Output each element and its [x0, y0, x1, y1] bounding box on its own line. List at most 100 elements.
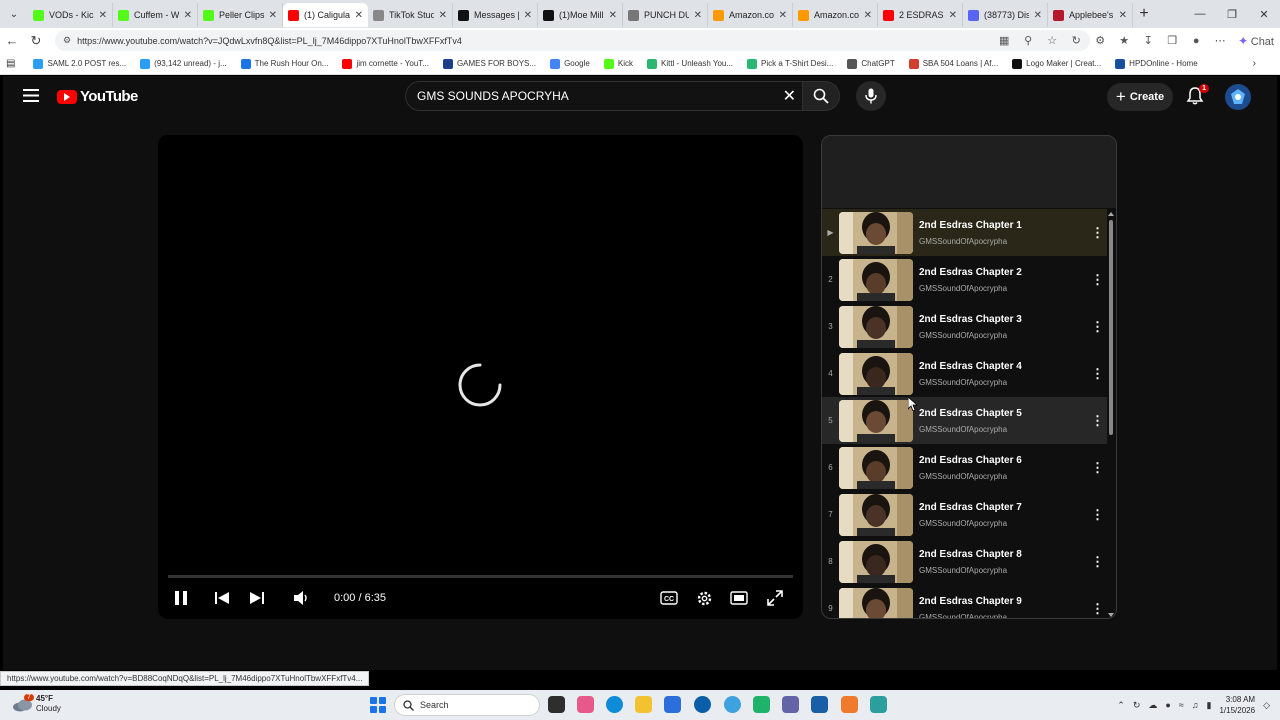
channel-name[interactable]: GMSSoundOfApocrypha [919, 425, 1087, 434]
browser-tab[interactable]: Amazon.com ✕ [708, 3, 793, 27]
channel-name[interactable]: GMSSoundOfApocrypha [919, 378, 1087, 387]
more-actions-icon[interactable]: ⋮ [1087, 555, 1107, 568]
browser-tab[interactable]: (38773) Disc ✕ [963, 3, 1048, 27]
browser-tab[interactable]: Messages | Ti ✕ [453, 3, 538, 27]
bookmark-item[interactable]: Kick [603, 58, 633, 69]
clear-search-icon[interactable]: ✕ [783, 86, 796, 106]
more-actions-icon[interactable]: ⋮ [1087, 461, 1107, 474]
reload-icon[interactable]: ↻ [24, 33, 48, 49]
video-thumbnail[interactable] [839, 399, 913, 442]
close-tab-icon[interactable]: ✕ [439, 10, 447, 21]
file-explorer-icon[interactable] [635, 696, 652, 713]
bookmark-item[interactable]: Logo Maker | Creat... [1012, 58, 1101, 69]
downloads-icon[interactable]: ↧ [1136, 34, 1160, 47]
bookmark-item[interactable]: GAMES FOR BOYS... [442, 58, 536, 69]
close-tab-icon[interactable]: ✕ [355, 10, 363, 21]
teams-icon[interactable] [782, 696, 799, 713]
copilot-chat-button[interactable]: ✦ Chat [1232, 34, 1280, 48]
site-info-icon[interactable]: ⚙ [63, 35, 71, 46]
channel-name[interactable]: GMSSoundOfApocrypha [919, 472, 1087, 481]
search-button[interactable] [802, 81, 840, 111]
video-title[interactable]: 2nd Esdras Chapter 1 [919, 220, 1087, 231]
video-thumbnail[interactable] [839, 446, 913, 489]
browser-tab[interactable]: 2 ESDRAS (K ✕ [878, 3, 963, 27]
close-window-icon[interactable]: ✕ [1248, 0, 1280, 28]
captions-button[interactable]: CC [657, 586, 681, 610]
edge-icon[interactable] [606, 696, 623, 713]
browser-tab[interactable]: Amazon.com ✕ [793, 3, 878, 27]
more-actions-icon[interactable]: ⋮ [1087, 414, 1107, 427]
next-button[interactable] [245, 586, 269, 610]
video-title[interactable]: 2nd Esdras Chapter 7 [919, 502, 1087, 513]
close-tab-icon[interactable]: ✕ [864, 10, 872, 21]
playlist-item[interactable]: 2 2nd Esdras Chapter 2 GMSSoundOfApocrypha… [822, 256, 1107, 303]
browser-tab[interactable]: (1) Caligula C ✕ [283, 3, 368, 27]
wifi-icon[interactable]: ≈ [1179, 700, 1184, 710]
restore-icon[interactable]: ❐ [1216, 0, 1248, 28]
copilot-app-icon[interactable] [577, 696, 594, 713]
playlist-item[interactable]: ▶ 2nd Esdras Chapter 1 GMSSoundOfApocrypha… [822, 209, 1107, 256]
bookmark-item[interactable]: SBA 504 Loans | Af... [908, 58, 998, 69]
app-icon[interactable] [724, 696, 741, 713]
task-view-icon[interactable] [548, 696, 565, 713]
more-icon[interactable]: ⋯ [1208, 34, 1232, 47]
more-actions-icon[interactable]: ⋮ [1087, 273, 1107, 286]
video-title[interactable]: 2nd Esdras Chapter 3 [919, 314, 1087, 325]
close-tab-icon[interactable]: ✕ [949, 10, 957, 21]
tab-actions-menu-icon[interactable]: ⌄ [0, 0, 28, 28]
close-tab-icon[interactable]: ✕ [1119, 10, 1127, 21]
battery-icon[interactable]: ▮ [1207, 700, 1212, 711]
close-tab-icon[interactable]: ✕ [99, 10, 107, 21]
back-icon[interactable]: ← [0, 33, 24, 48]
channel-name[interactable]: GMSSoundOfApocrypha [919, 237, 1087, 246]
close-tab-icon[interactable]: ✕ [524, 10, 532, 21]
notepad-icon[interactable] [870, 696, 887, 713]
browser-tab[interactable]: VODs - Kick ✕ [28, 3, 113, 27]
menu-icon[interactable] [23, 89, 39, 102]
bookmark-item[interactable]: Google [550, 58, 590, 69]
more-actions-icon[interactable]: ⋮ [1087, 508, 1107, 521]
refresh-page-icon[interactable]: ↻ [1064, 34, 1088, 47]
more-actions-icon[interactable]: ⋮ [1087, 320, 1107, 333]
volume-button[interactable] [289, 586, 313, 610]
bookmark-item[interactable]: ChatGPT [847, 58, 895, 69]
minimize-icon[interactable]: — [1184, 0, 1216, 28]
cloud-sync-icon[interactable]: ☁ [1148, 700, 1157, 711]
browser-tab[interactable]: (1)Moe Millio ✕ [538, 3, 623, 27]
pause-button[interactable] [169, 586, 193, 610]
extensions-icon[interactable]: ⚙ [1088, 34, 1112, 47]
video-title[interactable]: 2nd Esdras Chapter 9 [919, 596, 1087, 607]
video-thumbnail[interactable] [839, 540, 913, 583]
address-bar[interactable]: ⚙ https://www.youtube.com/watch?v=JQdwLx… [55, 30, 1090, 51]
bookmark-item[interactable]: (93,142 unread) - j... [140, 58, 227, 69]
favorite-star-icon[interactable]: ☆ [1040, 34, 1064, 47]
playlist-item[interactable]: 3 2nd Esdras Chapter 3 GMSSoundOfApocrypha… [822, 303, 1107, 350]
playlist-item[interactable]: 7 2nd Esdras Chapter 7 GMSSoundOfApocrypha… [822, 491, 1107, 538]
scroll-up-icon[interactable] [1108, 212, 1114, 216]
more-actions-icon[interactable]: ⋮ [1087, 226, 1107, 239]
channel-name[interactable]: GMSSoundOfApocrypha [919, 519, 1087, 528]
close-tab-icon[interactable]: ✕ [1034, 10, 1042, 21]
bookmark-item[interactable]: HPDOnline - Home [1115, 58, 1198, 69]
collections-icon[interactable]: ❐ [1160, 34, 1184, 47]
progress-bar[interactable] [168, 575, 793, 578]
microphone-tray-icon[interactable]: ● [1165, 700, 1170, 710]
video-title[interactable]: 2nd Esdras Chapter 6 [919, 455, 1087, 466]
close-tab-icon[interactable]: ✕ [609, 10, 617, 21]
store-icon[interactable] [664, 696, 681, 713]
voice-search-button[interactable] [856, 81, 886, 111]
channel-name[interactable]: GMSSoundOfApocrypha [919, 566, 1087, 575]
show-hidden-icons[interactable]: ⌃ [1117, 700, 1125, 711]
weather-widget[interactable]: 7 45°F Cloudy [12, 693, 61, 714]
more-bookmarks-icon[interactable]: › [1253, 58, 1256, 69]
video-thumbnail[interactable] [839, 587, 913, 618]
browser-tab[interactable]: Peller Clips - ✕ [198, 3, 283, 27]
favorites-icon[interactable]: ★ [1112, 34, 1136, 47]
sync-icon[interactable]: ↻ [1133, 700, 1141, 711]
fullscreen-button[interactable] [763, 586, 787, 610]
bookmark-item[interactable]: The Rush Hour On... [240, 58, 328, 69]
close-tab-icon[interactable]: ✕ [184, 10, 192, 21]
reading-list-icon[interactable]: ▤ [6, 58, 15, 69]
hp-icon[interactable] [694, 696, 711, 713]
app-window-icon[interactable] [811, 696, 828, 713]
